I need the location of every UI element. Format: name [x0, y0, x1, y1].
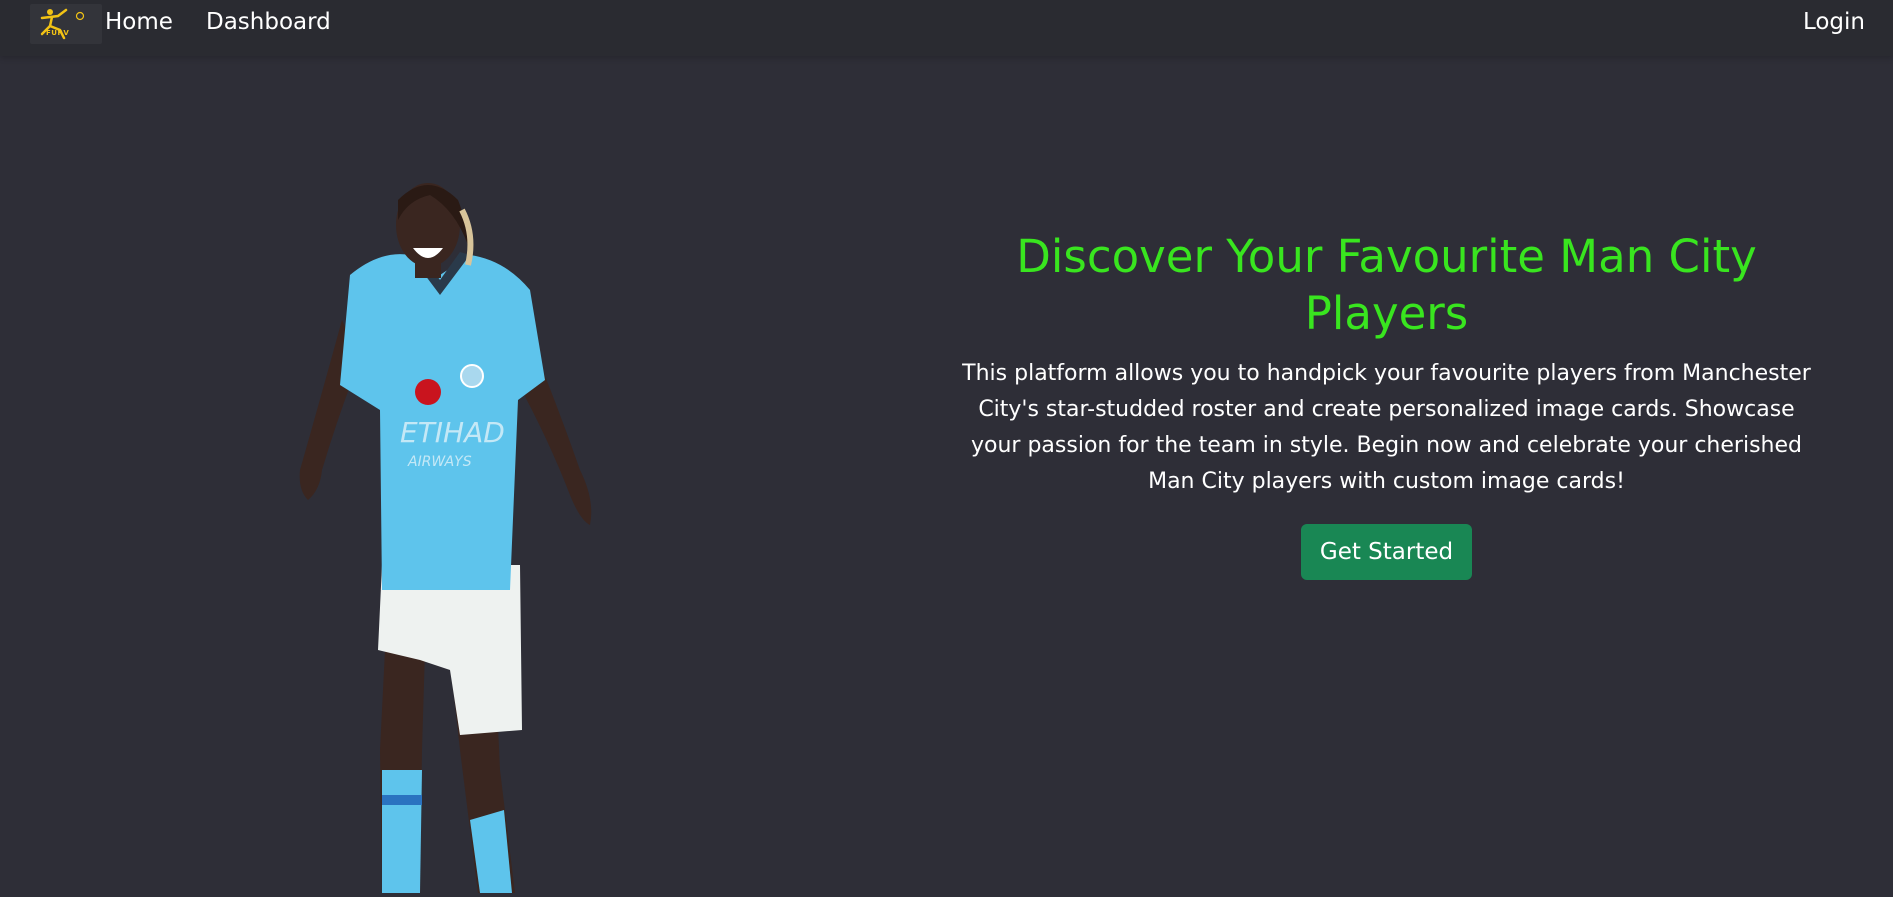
footballer-logo-icon — [40, 8, 85, 40]
hero-title: Discover Your Favourite Man City Players — [950, 228, 1823, 342]
hero-section: Discover Your Favourite Man City Players… — [950, 228, 1823, 580]
svg-text:AIRWAYS: AIRWAYS — [407, 454, 472, 470]
logo-text: FURV — [46, 29, 70, 37]
player-illustration: ETIHAD AIRWAYS — [299, 183, 592, 893]
nav-home-link[interactable]: Home — [105, 9, 173, 35]
hero-title-line-2: Players — [1304, 287, 1469, 340]
top-navbar: FURV Home Dashboard Login — [0, 0, 1893, 56]
nav-dashboard-link[interactable]: Dashboard — [206, 9, 331, 35]
hero-title-line-1: Discover Your Favourite Man City — [1016, 230, 1757, 283]
nav-login-link[interactable]: Login — [1803, 9, 1865, 35]
brand-logo[interactable]: FURV — [30, 4, 102, 44]
hero-description: This platform allows you to handpick you… — [962, 361, 1811, 494]
player-photo: ETIHAD AIRWAYS — [290, 170, 610, 893]
get-started-button[interactable]: Get Started — [1300, 524, 1473, 580]
svg-text:ETIHAD: ETIHAD — [400, 416, 505, 449]
